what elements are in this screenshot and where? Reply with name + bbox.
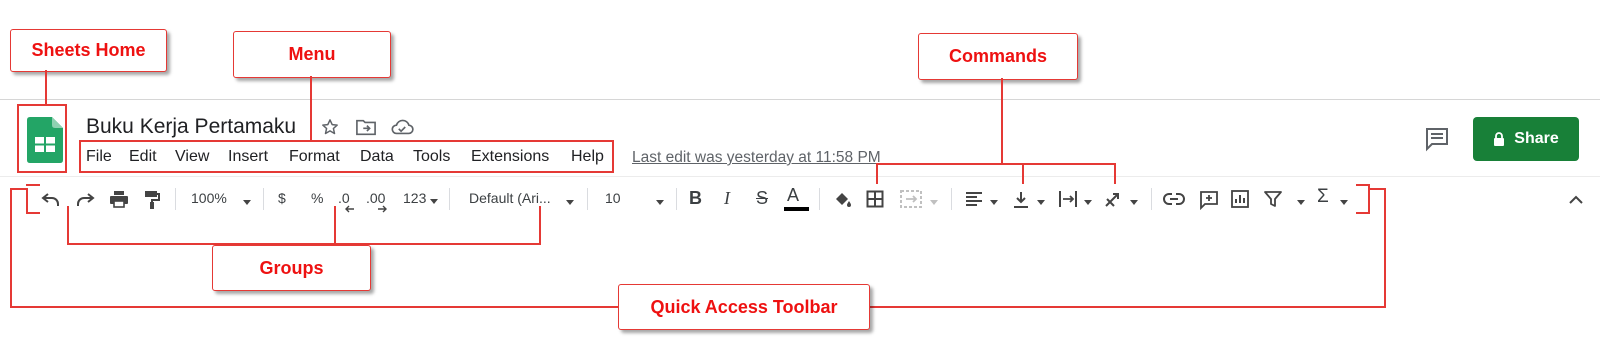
move-folder-icon[interactable] [355, 117, 377, 137]
arrow-left-icon [345, 205, 354, 213]
annotation-connector [10, 188, 12, 307]
toolbar-separator [676, 188, 677, 210]
zoom-caret-icon[interactable] [243, 200, 251, 205]
annotation-connector [1384, 188, 1386, 308]
annotation-connector [1022, 163, 1024, 184]
annotation-menu: Menu [233, 31, 391, 78]
zoom-select[interactable]: 100% [191, 190, 227, 206]
more-formats-caret-icon[interactable] [430, 199, 438, 204]
more-formats-button[interactable]: 123 [403, 190, 426, 206]
font-family-caret-icon[interactable] [566, 200, 574, 205]
merge-cells-icon[interactable] [900, 190, 922, 208]
font-size-caret-icon[interactable] [656, 200, 664, 205]
toolbar-separator [449, 188, 450, 210]
functions-caret-icon[interactable] [1340, 200, 1348, 205]
toolbar-separator [175, 188, 176, 210]
annotation-connector [1356, 212, 1370, 214]
annotation-commands: Commands [918, 33, 1078, 80]
text-color-swatch [784, 207, 809, 211]
filter-caret-icon[interactable] [1297, 200, 1305, 205]
insert-link-icon[interactable] [1163, 192, 1185, 206]
redo-icon[interactable] [75, 190, 95, 208]
borders-icon[interactable] [866, 190, 884, 208]
header-top-border [0, 99, 1600, 100]
lock-icon [1494, 132, 1505, 146]
annotation-connector [26, 188, 28, 214]
format-currency-button[interactable]: $ [278, 190, 286, 206]
text-rotation-caret-icon[interactable] [1130, 200, 1138, 205]
toolbar-separator [587, 188, 588, 210]
share-button[interactable]: Share [1473, 117, 1579, 161]
text-rotation-icon[interactable] [1104, 190, 1124, 208]
horizontal-align-icon[interactable] [965, 190, 983, 208]
bold-button[interactable]: B [689, 188, 702, 209]
annotation-quick-access-toolbar: Quick Access Toolbar [618, 284, 870, 330]
annotation-connector [868, 306, 1386, 308]
annotation-connector [334, 206, 336, 245]
annotation-connector [26, 212, 40, 214]
horizontal-align-caret-icon[interactable] [990, 200, 998, 205]
increase-decimal-button[interactable]: .00 [366, 190, 385, 206]
annotation-connector [1368, 188, 1386, 190]
annotation-connector [1368, 184, 1370, 214]
font-family-select[interactable]: Default (Ari... [469, 190, 551, 206]
toolbar-separator [819, 188, 820, 210]
annotation-box-logo [17, 104, 67, 173]
text-wrap-icon[interactable] [1058, 190, 1078, 208]
functions-button[interactable]: Σ [1317, 186, 1329, 208]
document-title[interactable]: Buku Kerja Pertamaku [86, 115, 296, 139]
insert-comment-icon[interactable] [1199, 190, 1219, 210]
toolbar-separator [263, 188, 264, 210]
strikethrough-button[interactable]: S [756, 188, 768, 209]
toolbar-separator [951, 188, 952, 210]
toolbar-separator [1151, 188, 1152, 210]
insert-chart-icon[interactable] [1231, 190, 1249, 208]
star-icon[interactable] [320, 117, 340, 137]
annotation-connector [876, 163, 878, 184]
annotation-sheets-home: Sheets Home [10, 29, 167, 72]
undo-icon[interactable] [41, 190, 61, 208]
annotation-connector [45, 70, 47, 104]
annotation-connector [1001, 78, 1003, 164]
vertical-align-icon[interactable] [1012, 190, 1030, 210]
print-icon[interactable] [109, 190, 129, 208]
annotation-connector [26, 184, 40, 186]
annotation-box-menu [79, 140, 614, 173]
annotation-connector [1356, 184, 1370, 186]
annotation-connector [310, 76, 312, 140]
annotation-connector [539, 206, 541, 245]
comment-history-icon[interactable] [1424, 126, 1450, 152]
filter-icon[interactable] [1264, 190, 1282, 208]
format-percent-button[interactable]: % [311, 190, 323, 206]
decrease-decimal-button[interactable]: .0 [338, 190, 350, 206]
text-color-button[interactable]: A [787, 185, 799, 206]
annotation-connector [10, 306, 618, 308]
last-edit-link[interactable]: Last edit was yesterday at 11:58 PM [632, 149, 881, 167]
fill-color-icon[interactable] [832, 190, 852, 210]
share-label: Share [1514, 130, 1559, 147]
chevron-up-icon[interactable] [1568, 193, 1584, 205]
menu-toolbar-divider [0, 176, 1600, 177]
annotation-connector [1114, 163, 1116, 184]
merge-caret-icon[interactable] [930, 200, 938, 205]
arrow-right-icon [378, 205, 387, 213]
text-wrap-caret-icon[interactable] [1084, 200, 1092, 205]
italic-button[interactable]: I [724, 188, 730, 209]
cloud-status-icon[interactable] [390, 117, 414, 137]
font-size-select[interactable]: 10 [605, 190, 621, 206]
annotation-connector [67, 206, 69, 245]
paint-format-icon[interactable] [143, 190, 161, 210]
annotation-connector [876, 163, 1116, 165]
annotation-groups: Groups [212, 245, 371, 291]
vertical-align-caret-icon[interactable] [1037, 200, 1045, 205]
